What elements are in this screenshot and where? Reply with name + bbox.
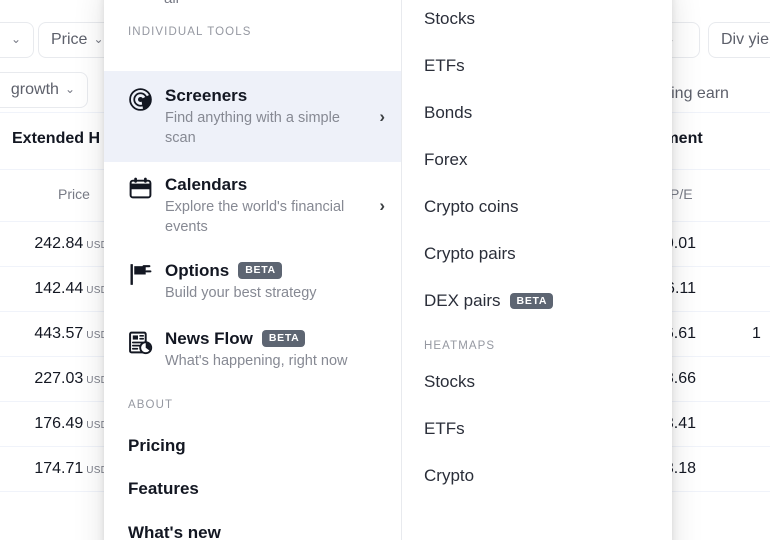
menu-item-calendars-title: Calendars bbox=[165, 175, 248, 194]
status-badge-beta: BETA bbox=[238, 262, 282, 279]
screener-item-stocks[interactable]: Stocks bbox=[424, 9, 475, 29]
menu-left-column: The one terminal to rule them all INDIVI… bbox=[104, 0, 401, 540]
cell-price: 142.44 USD bbox=[8, 280, 108, 298]
filter-chip-1[interactable]: ⌄ bbox=[0, 22, 34, 58]
menu-item-options-body: Options BETA Build your best strategy bbox=[165, 260, 385, 303]
section-label-about: ABOUT bbox=[128, 399, 174, 411]
screener-item-bonds[interactable]: Bonds bbox=[424, 103, 472, 123]
heatmap-item-label: ETFs bbox=[424, 419, 465, 438]
chevron-down-icon: ⌄ bbox=[93, 32, 104, 46]
heatmap-item-etfs[interactable]: ETFs bbox=[424, 419, 465, 439]
menu-item-calendars[interactable]: Calendars Explore the world's financial … bbox=[104, 160, 401, 251]
section-label-heatmaps: HEATMAPS bbox=[424, 340, 496, 352]
menu-item-calendars-body: Calendars Explore the world's financial … bbox=[165, 174, 375, 237]
menu-right-column: Stocks ETFs Bonds Forex Crypto coins Crypto p… bbox=[402, 0, 672, 540]
promo-subtitle: The one terminal to rule them all bbox=[128, 0, 377, 10]
screener-item-label: Crypto coins bbox=[424, 197, 519, 216]
menu-item-screeners[interactable]: Screeners Find anything with a simple sc… bbox=[104, 71, 401, 163]
menu-item-options-title: Options bbox=[165, 261, 230, 280]
screener-item-label: Crypto pairs bbox=[424, 244, 516, 263]
price-value: 174.71 bbox=[34, 460, 84, 477]
status-badge-beta: BETA bbox=[261, 330, 306, 347]
chevron-right-icon: › bbox=[379, 106, 385, 126]
status-badge-beta: BETA bbox=[509, 292, 554, 310]
screener-item-label: ETFs bbox=[424, 56, 465, 75]
filter-chip-price-label: Price bbox=[51, 31, 88, 48]
price-value: 227.03 bbox=[34, 370, 84, 387]
chevron-right-icon: › bbox=[379, 195, 385, 215]
calendar-icon bbox=[128, 174, 154, 206]
screener-item-label: Bonds bbox=[424, 103, 473, 122]
screener-item-crypto-coins[interactable]: Crypto coins bbox=[424, 197, 518, 217]
filter-chip-div-yield-label: Div yie bbox=[721, 31, 770, 48]
menu-item-options-desc: Build your best strategy bbox=[165, 285, 317, 302]
price-value: 443.57 bbox=[34, 325, 84, 342]
chevron-down-icon: ⌄ bbox=[10, 32, 21, 46]
cell-price: 174.71 USD bbox=[8, 460, 108, 478]
cell-price: 242.84 USD bbox=[8, 235, 108, 253]
navigation-mega-menu: The one terminal to rule them all INDIVI… bbox=[104, 0, 672, 540]
price-value: 242.84 bbox=[34, 235, 84, 252]
menu-item-news-flow-body: News Flow BETA What's happening, right n… bbox=[165, 328, 385, 371]
screener-icon bbox=[128, 85, 154, 117]
app-root: ⌄ Price ⌄ growth ⌄ ⌄ Div yie Extended H … bbox=[0, 0, 770, 540]
column-header-price[interactable]: Price bbox=[58, 186, 90, 202]
menu-item-calendars-desc: Explore the world's financial events bbox=[165, 199, 345, 236]
options-icon bbox=[128, 260, 154, 292]
menu-item-whats-new[interactable]: What's new bbox=[128, 523, 221, 540]
screener-item-label: Forex bbox=[424, 150, 468, 169]
filter-chip-div-yield[interactable]: Div yie bbox=[708, 22, 770, 58]
section-label-individual-tools: INDIVIDUAL TOOLS bbox=[128, 26, 252, 38]
menu-item-screeners-body: Screeners Find anything with a simple sc… bbox=[165, 85, 375, 148]
menu-item-news-flow-desc: What's happening, right now bbox=[165, 353, 348, 370]
screener-item-label: Stocks bbox=[424, 9, 476, 28]
screener-item-label: DEX pairs bbox=[424, 291, 501, 310]
heatmap-item-label: Stocks bbox=[424, 372, 476, 391]
price-value: 176.49 bbox=[34, 415, 84, 432]
menu-item-news-flow-title: News Flow bbox=[165, 329, 253, 348]
menu-item-options[interactable]: Options BETA Build your best strategy bbox=[104, 246, 401, 317]
filter-chip-growth[interactable]: growth ⌄ bbox=[0, 72, 88, 108]
chevron-down-icon: ⌄ bbox=[64, 82, 75, 96]
screener-item-forex[interactable]: Forex bbox=[424, 150, 467, 170]
menu-item-news-flow[interactable]: News Flow BETA What's happening, right n… bbox=[104, 314, 401, 385]
promo-block[interactable]: The one terminal to rule them all bbox=[104, 0, 401, 10]
screener-item-crypto-pairs[interactable]: Crypto pairs bbox=[424, 244, 516, 264]
cell-price: 443.57 USD bbox=[8, 325, 108, 343]
menu-item-features[interactable]: Features bbox=[128, 479, 199, 499]
screener-item-etfs[interactable]: ETFs bbox=[424, 56, 465, 76]
cell-price: 227.03 USD bbox=[8, 370, 108, 388]
cell-extra: 1 bbox=[752, 325, 761, 342]
menu-item-pricing[interactable]: Pricing bbox=[128, 436, 186, 456]
news-flow-icon bbox=[128, 328, 154, 360]
price-value: 142.44 bbox=[34, 280, 84, 297]
tab-extended-hours[interactable]: Extended H bbox=[12, 130, 100, 148]
filter-chip-growth-label: growth bbox=[10, 81, 59, 98]
cell-price: 176.49 USD bbox=[8, 415, 108, 433]
heatmap-item-crypto[interactable]: Crypto bbox=[424, 466, 474, 486]
menu-item-screeners-title: Screeners bbox=[165, 86, 248, 105]
screener-item-dex-pairs[interactable]: DEX pairs BETA bbox=[424, 291, 554, 311]
heatmap-item-stocks[interactable]: Stocks bbox=[424, 372, 475, 392]
column-header-pe[interactable]: P/E bbox=[670, 186, 693, 202]
heatmap-item-label: Crypto bbox=[424, 466, 475, 485]
menu-item-screeners-desc: Find anything with a simple scan bbox=[165, 110, 340, 147]
